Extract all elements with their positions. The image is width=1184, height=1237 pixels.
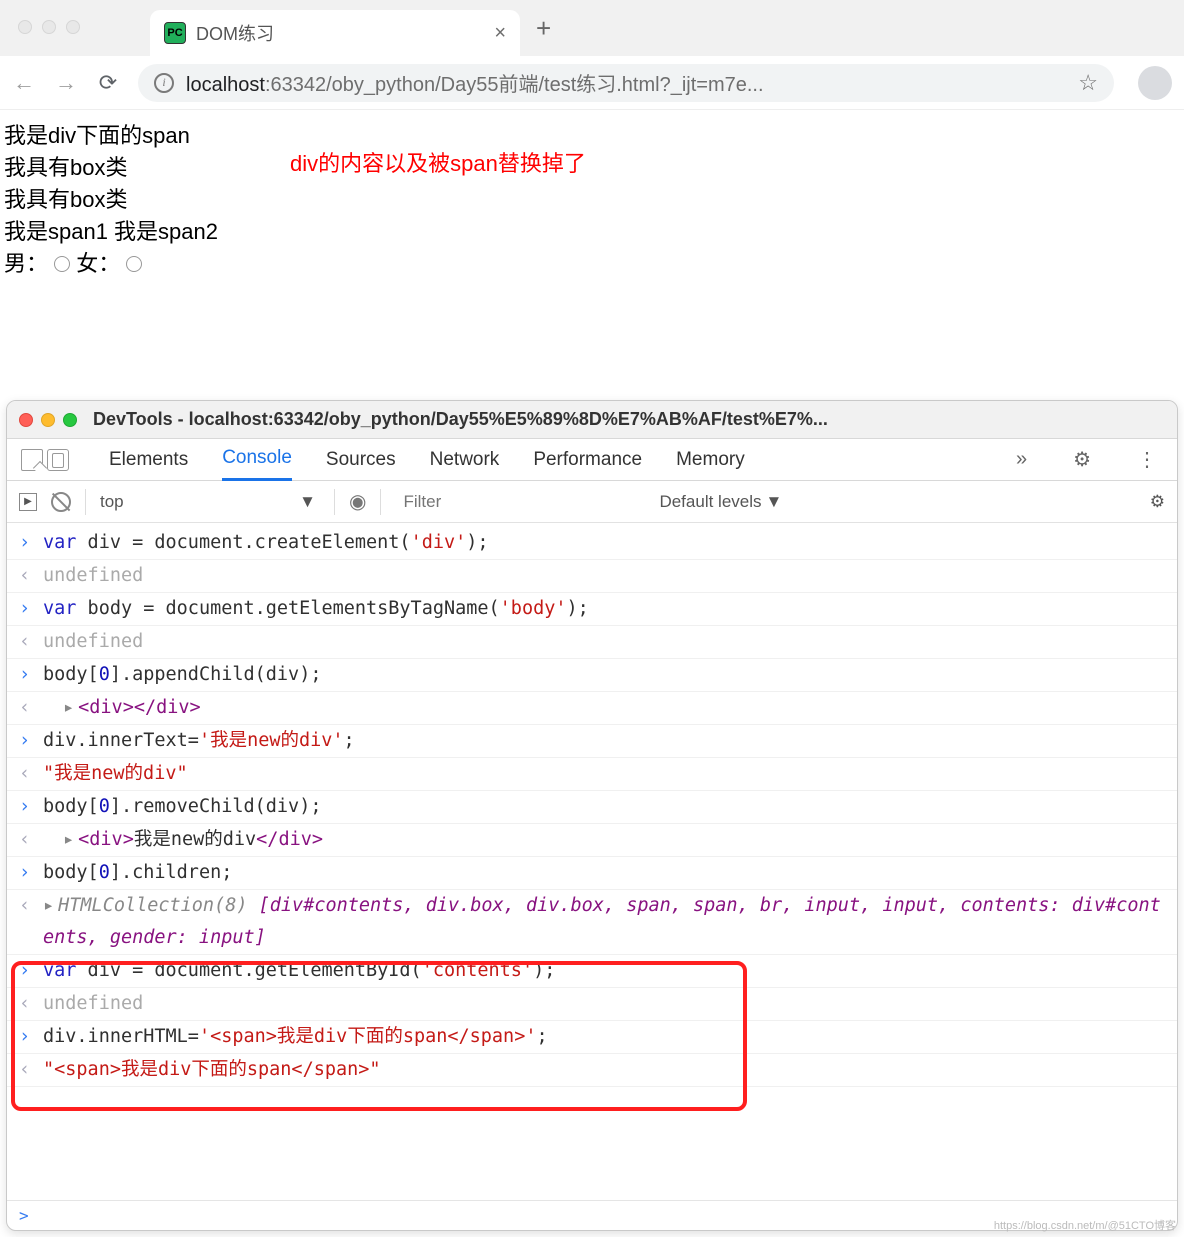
filter-input[interactable] [395, 488, 645, 516]
back-button[interactable]: ← [12, 70, 36, 96]
tab-title: DOM练习 [196, 20, 274, 46]
close-dot[interactable] [18, 20, 32, 34]
menu-icon[interactable]: ⋮ [1131, 447, 1163, 472]
inspect-icon[interactable] [21, 449, 43, 471]
devtools-close-dot[interactable] [19, 413, 33, 427]
context-selector[interactable]: top▼ [100, 492, 320, 512]
tab-sources[interactable]: Sources [326, 440, 396, 480]
clear-console-icon[interactable] [51, 492, 71, 512]
female-radio[interactable] [126, 256, 142, 272]
page-line-2: 我具有box类 [4, 152, 1184, 184]
profile-avatar[interactable] [1138, 66, 1172, 100]
site-info-icon[interactable]: i [154, 73, 174, 93]
log-levels-selector[interactable]: Default levels▼ [659, 492, 782, 512]
close-tab-icon[interactable]: × [494, 22, 506, 45]
page-line-4: 我是span1 我是span2 [4, 216, 1184, 248]
tab-strip: PC DOM练习 × + [0, 0, 1184, 56]
annotation-text: div的内容以及被span替换掉了 [290, 146, 586, 178]
pycharm-favicon: PC [164, 22, 186, 44]
url-path: :63342/oby_python/Day55前端/test练习.html?_i… [265, 74, 764, 96]
devtools-tabs: Elements Console Sources Network Perform… [7, 439, 1177, 481]
new-tab-button[interactable]: + [536, 13, 551, 44]
tab-console[interactable]: Console [222, 438, 292, 481]
page-body: 我是div下面的span 我具有box类 我具有box类 我是span1 我是s… [0, 110, 1184, 279]
bookmark-icon[interactable]: ☆ [1078, 70, 1098, 96]
console-settings-icon[interactable]: ⚙ [1150, 492, 1165, 512]
gender-female-label: 女： [76, 251, 120, 276]
page-line-1: 我是div下面的span [4, 120, 1184, 152]
watermark: https://blog.csdn.net/m/@51CTO博客 [994, 1217, 1176, 1233]
tab-memory[interactable]: Memory [676, 440, 745, 480]
male-radio[interactable] [54, 256, 70, 272]
address-bar: ← → ⟳ i localhost:63342/oby_python/Day55… [0, 56, 1184, 110]
live-expression-icon[interactable]: ◉ [349, 489, 366, 514]
more-tabs-icon[interactable]: » [1010, 448, 1033, 471]
console-toolbar: ▶ top▼ ◉ Default levels▼ ⚙ [7, 481, 1177, 523]
forward-button[interactable]: → [54, 70, 78, 96]
devtools-title-text: DevTools - localhost:63342/oby_python/Da… [93, 409, 828, 430]
devtools-max-dot[interactable] [63, 413, 77, 427]
devtools-min-dot[interactable] [41, 413, 55, 427]
devtools-titlebar[interactable]: DevTools - localhost:63342/oby_python/Da… [7, 401, 1177, 439]
devtools-window: DevTools - localhost:63342/oby_python/Da… [6, 400, 1178, 1231]
device-toggle-icon[interactable] [47, 449, 69, 471]
browser-tab[interactable]: PC DOM练习 × [150, 10, 520, 56]
window-controls [18, 20, 80, 34]
console-output[interactable]: ›var div = document.createElement('div')… [7, 523, 1177, 1200]
tab-performance[interactable]: Performance [533, 440, 642, 480]
console-sidebar-toggle[interactable]: ▶ [19, 493, 37, 511]
tab-network[interactable]: Network [430, 440, 500, 480]
reload-button[interactable]: ⟳ [96, 70, 120, 96]
page-line-3: 我具有box类 [4, 184, 1184, 216]
url-host: localhost [186, 74, 265, 96]
tab-elements[interactable]: Elements [109, 440, 188, 480]
minimize-dot[interactable] [42, 20, 56, 34]
gender-row: 男： 女： [4, 248, 1184, 280]
maximize-dot[interactable] [66, 20, 80, 34]
gender-male-label: 男： [4, 251, 48, 276]
settings-icon[interactable]: ⚙ [1067, 447, 1097, 472]
url-field[interactable]: i localhost:63342/oby_python/Day55前端/tes… [138, 64, 1114, 102]
